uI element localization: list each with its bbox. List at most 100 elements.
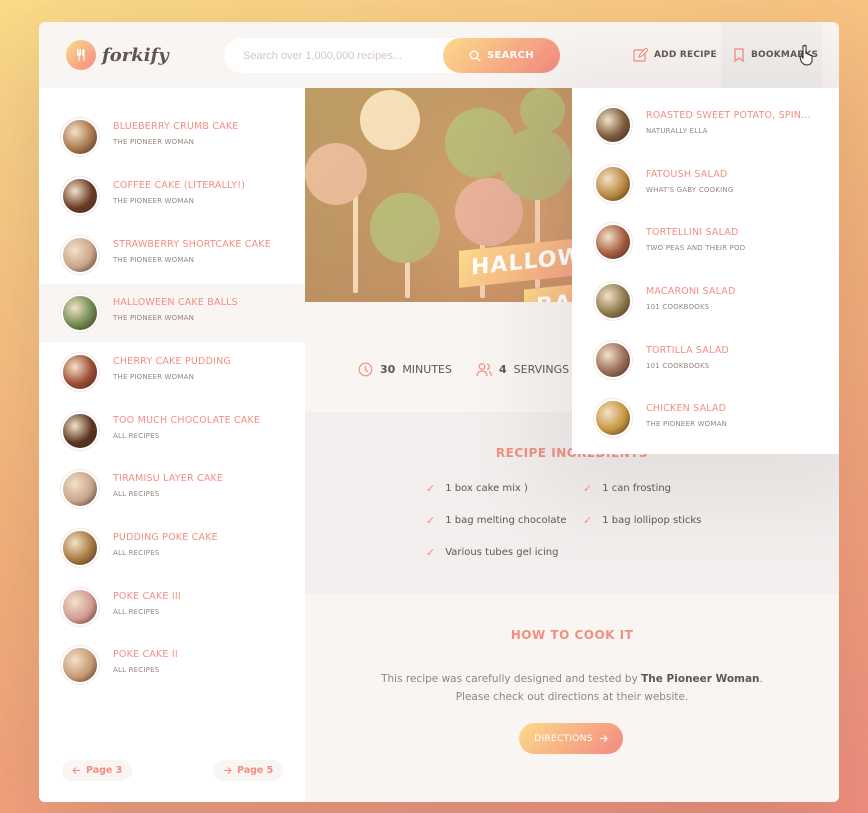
logo-text: forkify: [102, 44, 169, 66]
recipe-thumbnail: [61, 412, 99, 450]
arrow-left-icon: [72, 766, 81, 775]
directions-publisher: The Pioneer Woman: [641, 673, 760, 685]
recipe-publisher: THE PIONEER WOMAN: [113, 256, 195, 264]
add-recipe-button[interactable]: ADD RECIPE: [633, 22, 717, 88]
search-form: SEARCH: [224, 38, 560, 73]
recipe-publisher: ALL RECIPES: [113, 608, 160, 616]
bookmark-item[interactable]: CHICKEN SALAD THE PIONEER WOMAN: [572, 389, 839, 447]
bookmark-publisher: THE PIONEER WOMAN: [646, 420, 728, 428]
check-icon: ✓: [583, 482, 593, 495]
recipe-title: CHERRY CAKE PUDDING: [113, 356, 231, 367]
bookmark-publisher: 101 COOKBOOKS: [646, 303, 710, 311]
bookmark-publisher: NATURALLY ELLA: [646, 127, 708, 135]
list-item[interactable]: TIRAMISU LAYER CAKE ALL RECIPES: [39, 460, 305, 518]
clock-icon: [358, 362, 373, 377]
bookmark-title: MACARONI SALAD: [646, 286, 736, 297]
directions-text: This recipe was carefully designed and t…: [381, 673, 763, 703]
app-container: forkify SEARCH ADD RECIPE BOOKMARKS: [39, 22, 839, 802]
list-item[interactable]: BLUEBERRY CRUMB CAKE THE PIONEER WOMAN: [39, 108, 305, 166]
list-item[interactable]: CHERRY CAKE PUDDING THE PIONEER WOMAN: [39, 343, 305, 401]
header: forkify SEARCH ADD RECIPE BOOKMARKS: [39, 22, 839, 88]
recipe-title: PUDDING POKE CAKE: [113, 532, 218, 543]
edit-icon: [633, 47, 648, 63]
recipe-thumbnail: [594, 399, 632, 437]
directions-title: HOW TO COOK IT: [510, 628, 634, 642]
bookmark-publisher: 101 COOKBOOKS: [646, 362, 710, 370]
bookmarks-dropdown: ROASTED SWEET POTATO, SPINACH... NATURAL…: [572, 88, 839, 454]
bookmark-title: CHICKEN SALAD: [646, 403, 727, 414]
bookmark-item[interactable]: TORTILLA SALAD 101 COOKBOOKS: [572, 331, 839, 389]
bookmark-item[interactable]: MACARONI SALAD 101 COOKBOOKS: [572, 272, 839, 330]
pagination-prev-button[interactable]: Page 3: [62, 760, 133, 781]
recipe-publisher: ALL RECIPES: [113, 490, 160, 498]
recipe-thumbnail: [61, 236, 99, 274]
recipe-thumbnail: [594, 223, 632, 261]
directions-button[interactable]: DIRECTIONS: [519, 723, 623, 754]
minutes-label: MINUTES: [402, 363, 452, 376]
recipe-thumbnail: [61, 588, 99, 626]
recipe-publisher: THE PIONEER WOMAN: [113, 314, 195, 322]
pagination-next-label: Page 5: [237, 765, 274, 776]
list-item[interactable]: POKE CAKE III ALL RECIPES: [39, 578, 305, 636]
recipe-thumbnail: [61, 646, 99, 684]
recipe-thumbnail: [61, 177, 99, 215]
bookmark-title: FATOUSH SALAD: [646, 169, 728, 180]
search-input[interactable]: [224, 38, 434, 73]
recipe-thumbnail: [594, 341, 632, 379]
logo[interactable]: forkify: [66, 40, 169, 70]
recipe-thumbnail: [61, 118, 99, 156]
list-item[interactable]: STRAWBERRY SHORTCAKE CAKE THE PIONEER WO…: [39, 226, 305, 284]
pagination-prev-label: Page 3: [86, 765, 123, 776]
list-item[interactable]: PUDDING POKE CAKE ALL RECIPES: [39, 519, 305, 577]
pagination-next-button[interactable]: Page 5: [213, 760, 284, 781]
bookmark-item[interactable]: ROASTED SWEET POTATO, SPINACH... NATURAL…: [572, 96, 839, 154]
recipe-publisher: ALL RECIPES: [113, 666, 160, 674]
check-icon: ✓: [426, 482, 436, 495]
bookmark-item[interactable]: FATOUSH SALAD WHAT'S GABY COOKING: [572, 155, 839, 213]
add-recipe-label: ADD RECIPE: [654, 50, 717, 60]
bookmark-item[interactable]: TORTELLINI SALAD TWO PEAS AND THEIR POD: [572, 213, 839, 271]
recipe-publisher: THE PIONEER WOMAN: [113, 373, 195, 381]
search-icon: [469, 50, 481, 62]
check-icon: ✓: [426, 546, 436, 559]
ingredient-item: ✓ 1 bag melting chocolate: [426, 514, 567, 527]
recipe-publisher: ALL RECIPES: [113, 432, 160, 440]
recipe-thumbnail: [61, 470, 99, 508]
recipe-thumbnail: [594, 165, 632, 203]
cooking-time: 30 MINUTES: [358, 362, 452, 377]
search-button[interactable]: SEARCH: [443, 38, 560, 73]
recipe-title: COFFEE CAKE (LITERALLY!): [113, 180, 246, 191]
minutes-value: 30: [380, 363, 396, 376]
bookmark-icon: [733, 48, 745, 62]
bookmark-publisher: TWO PEAS AND THEIR POD: [646, 244, 746, 252]
servings: 4 SERVINGS: [476, 362, 569, 377]
list-item-active[interactable]: HALLOWEEN CAKE BALLS THE PIONEER WOMAN: [39, 284, 305, 342]
directions-label: DIRECTIONS: [534, 733, 593, 744]
list-item[interactable]: COFFEE CAKE (LITERALLY!) THE PIONEER WOM…: [39, 167, 305, 225]
recipe-title: POKE CAKE III: [113, 591, 181, 602]
hand-cursor-icon: [799, 44, 815, 71]
users-icon: [476, 362, 492, 377]
servings-value: 4: [499, 363, 507, 376]
bookmark-publisher: WHAT'S GABY COOKING: [646, 186, 734, 194]
recipe-title: TIRAMISU LAYER CAKE: [113, 473, 224, 484]
list-item[interactable]: TOO MUCH CHOCOLATE CAKE ALL RECIPES: [39, 402, 305, 460]
recipe-title: HALLOWEEN CAKE BALLS: [113, 297, 238, 308]
list-item[interactable]: POKE CAKE II ALL RECIPES: [39, 636, 305, 694]
recipe-title: STRAWBERRY SHORTCAKE CAKE: [113, 239, 271, 250]
recipe-thumbnail: [61, 529, 99, 567]
bookmark-title: TORTELLINI SALAD: [646, 227, 739, 238]
directions-section: HOW TO COOK IT This recipe was carefully…: [305, 594, 839, 802]
arrow-right-icon: [599, 734, 608, 743]
recipe-title: POKE CAKE II: [113, 649, 178, 660]
bookmark-title: TORTILLA SALAD: [646, 345, 729, 356]
search-results: BLUEBERRY CRUMB CAKE THE PIONEER WOMAN C…: [39, 88, 305, 802]
recipe-publisher: THE PIONEER WOMAN: [113, 138, 195, 146]
recipe-thumbnail: [61, 294, 99, 332]
recipe-title: BLUEBERRY CRUMB CAKE: [113, 121, 239, 132]
fork-knife-icon: [66, 40, 96, 70]
check-icon: ✓: [583, 514, 593, 527]
ingredient-item: ✓ 1 can frosting: [583, 482, 672, 495]
ingredient-item: ✓ 1 bag lollipop sticks: [583, 514, 702, 527]
ingredient-item: ✓ 1 box cake mix ): [426, 482, 528, 495]
